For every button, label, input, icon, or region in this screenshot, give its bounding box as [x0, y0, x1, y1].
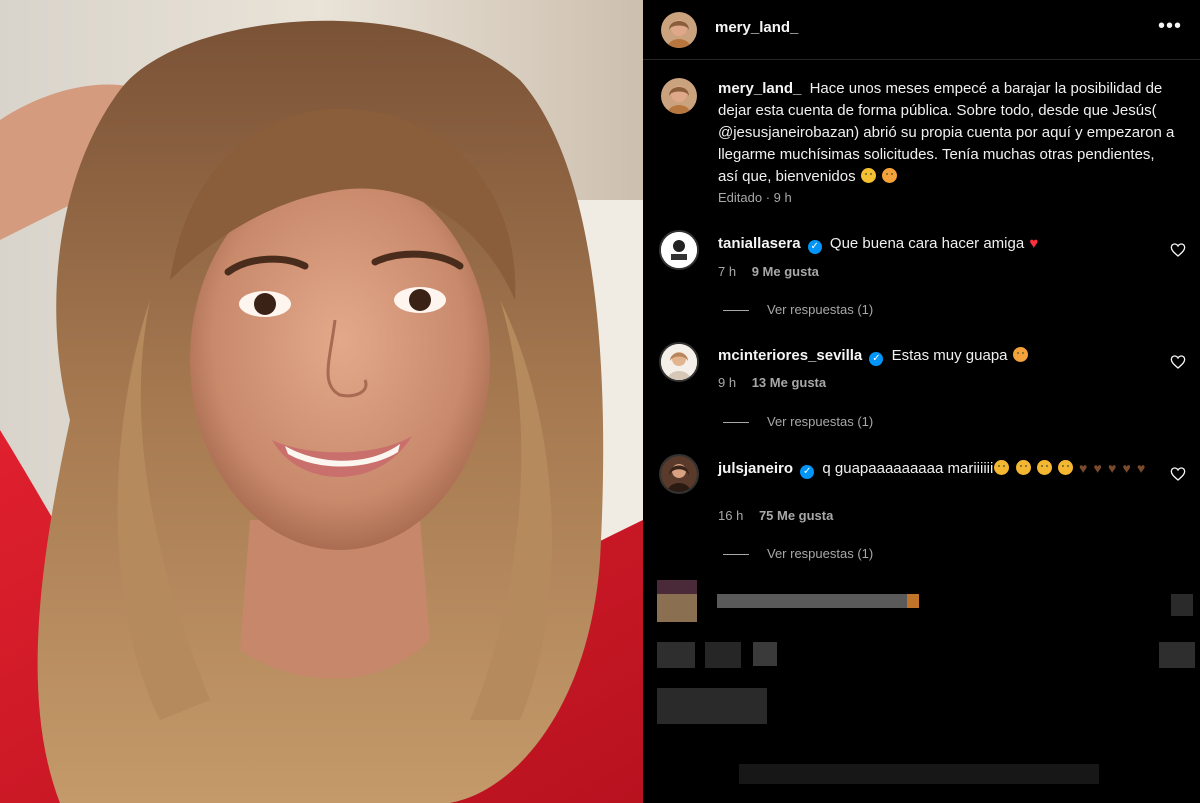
kissing-face-icon — [1057, 460, 1073, 475]
caption-avatar[interactable] — [661, 78, 697, 114]
comment-meta: 9 h 13 Me gusta — [718, 375, 826, 390]
comment-username[interactable]: taniallasera — [718, 235, 801, 252]
author-avatar[interactable] — [661, 12, 697, 48]
caption-meta: Editado · 9 h — [718, 190, 792, 205]
comment-username[interactable]: mcinteriores_sevilla — [718, 347, 862, 364]
post-header: mery_land_ ••• — [643, 0, 1200, 60]
smiling-face-with-hearts-icon — [881, 168, 897, 183]
red-heart-icon: ♥ — [1029, 235, 1039, 252]
comment-likes[interactable]: 75 Me gusta — [759, 508, 833, 523]
replies-line — [723, 554, 749, 556]
comment-meta: 16 h 75 Me gusta — [718, 508, 833, 523]
header-username[interactable]: mery_land_ — [715, 19, 798, 36]
post-caption: mery_land_ Hace unos meses empecé a bara… — [718, 78, 1178, 188]
heart-eyes-icon — [1012, 347, 1028, 362]
replies-line — [723, 310, 749, 312]
comment-meta: 7 h 9 Me gusta — [718, 264, 819, 279]
more-horizontal-icon[interactable]: ••• — [1158, 16, 1182, 36]
comment-avatar-image — [661, 456, 697, 492]
comment-time: 16 h — [718, 508, 744, 523]
verified-badge-icon: ✓ — [869, 352, 884, 366]
comment-time: 9 h — [718, 375, 737, 390]
comments-panel: mery_land_ ••• mery_land_ Hace unos mese… — [643, 0, 1200, 803]
comment-body: mcinteriores_sevilla ✓ Estas muy guapa — [718, 345, 1158, 367]
comment-body: julsjaneiro ✓ q guapaaaaaaaaa mariiiiii … — [718, 457, 1158, 480]
verified-badge-icon: ✓ — [807, 240, 822, 254]
kissing-face-icon — [994, 460, 1010, 475]
comment-text: Que buena cara hacer amiga — [829, 235, 1025, 252]
comment-avatar[interactable] — [659, 454, 699, 494]
like-heart-icon[interactable] — [1170, 466, 1186, 482]
comment-likes[interactable]: 13 Me gusta — [752, 375, 826, 390]
author-avatar-image — [661, 12, 697, 48]
post-photo — [0, 0, 643, 803]
like-heart-icon[interactable] — [1170, 354, 1186, 370]
comment-text: Estas muy guapa — [891, 347, 1008, 364]
like-heart-icon[interactable] — [1170, 242, 1186, 258]
brown-heart-icon: ♥ — [1108, 460, 1117, 476]
brown-heart-icon: ♥ — [1079, 460, 1088, 476]
view-replies-label: Ver respuestas (1) — [767, 546, 874, 561]
comment-avatar[interactable] — [659, 230, 699, 270]
smiling-face-icon — [860, 168, 876, 183]
verified-badge-icon: ✓ — [800, 465, 815, 479]
view-replies-label: Ver respuestas (1) — [767, 302, 874, 317]
post-photo-image — [0, 0, 643, 803]
comment-text: q guapaaaaaaaaa mariiiiii — [822, 460, 994, 477]
comment-avatar[interactable] — [659, 342, 699, 382]
view-replies-link[interactable]: Ver respuestas (1) — [723, 546, 873, 561]
caption-username[interactable]: mery_land_ — [718, 80, 801, 97]
comment-avatar-image — [661, 344, 697, 380]
brown-heart-icon: ♥ — [1093, 460, 1102, 476]
view-replies-link[interactable]: Ver respuestas (1) — [723, 414, 873, 429]
brown-heart-icon: ♥ — [1122, 460, 1131, 476]
kissing-face-icon — [1015, 460, 1031, 475]
kissing-face-icon — [1036, 460, 1052, 475]
view-replies-link[interactable]: Ver respuestas (1) — [723, 302, 873, 317]
comment-time: 7 h — [718, 264, 737, 279]
replies-line — [723, 422, 749, 424]
caption-avatar-image — [661, 78, 697, 114]
brown-heart-icon: ♥ — [1136, 460, 1146, 476]
view-replies-label: Ver respuestas (1) — [767, 414, 874, 429]
comment-likes[interactable]: 9 Me gusta — [752, 264, 819, 279]
comment-username[interactable]: julsjaneiro — [718, 460, 793, 477]
comment-avatar-image — [661, 232, 697, 268]
comment-body: taniallasera ✓ Que buena cara hacer amig… — [718, 233, 1158, 255]
